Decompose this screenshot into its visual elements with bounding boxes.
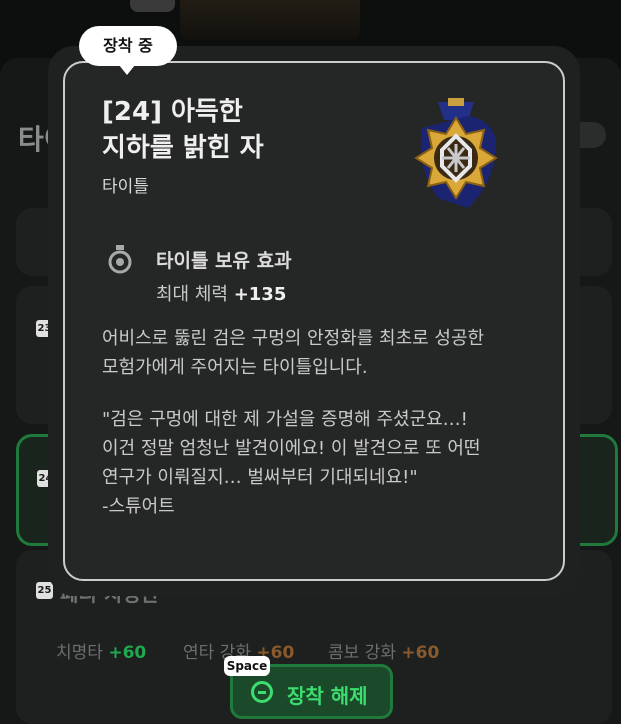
title-name: [24] 아득한 지하를 밝힌 자: [102, 97, 264, 163]
title-type: 타이틀: [102, 177, 149, 197]
effect-stat-label: 최대 체력: [156, 284, 228, 305]
top-decoration: [130, 0, 175, 12]
title-quote: "검은 구멍에 대한 제 가설을 증명해 주셨군요…! 이건 정말 엄청난 발견…: [102, 409, 481, 517]
title-description: 어비스로 뚫린 검은 구멍의 안정화를 최초로 성공한 모험가에게 주어지는 타…: [102, 328, 485, 378]
stat-combo: 콤보 강화 +60: [328, 643, 440, 663]
top-artwork: [180, 0, 360, 40]
minus-circle-icon: [251, 681, 273, 703]
space-key-hint: Space: [224, 656, 270, 676]
medal-icon: [414, 98, 498, 208]
effect-heading: 타이틀 보유 효과: [156, 250, 292, 272]
unequip-label: 장착 해제: [287, 684, 368, 708]
equipped-badge: 장착 중: [79, 26, 177, 75]
effect-stat-value: +135: [233, 284, 287, 305]
stat-crit: 치명타 +60: [56, 643, 147, 663]
effect-stat: 최대 체력 +135: [156, 280, 286, 306]
medal-outline-icon: [108, 245, 132, 274]
level-badge: 25: [36, 582, 53, 599]
